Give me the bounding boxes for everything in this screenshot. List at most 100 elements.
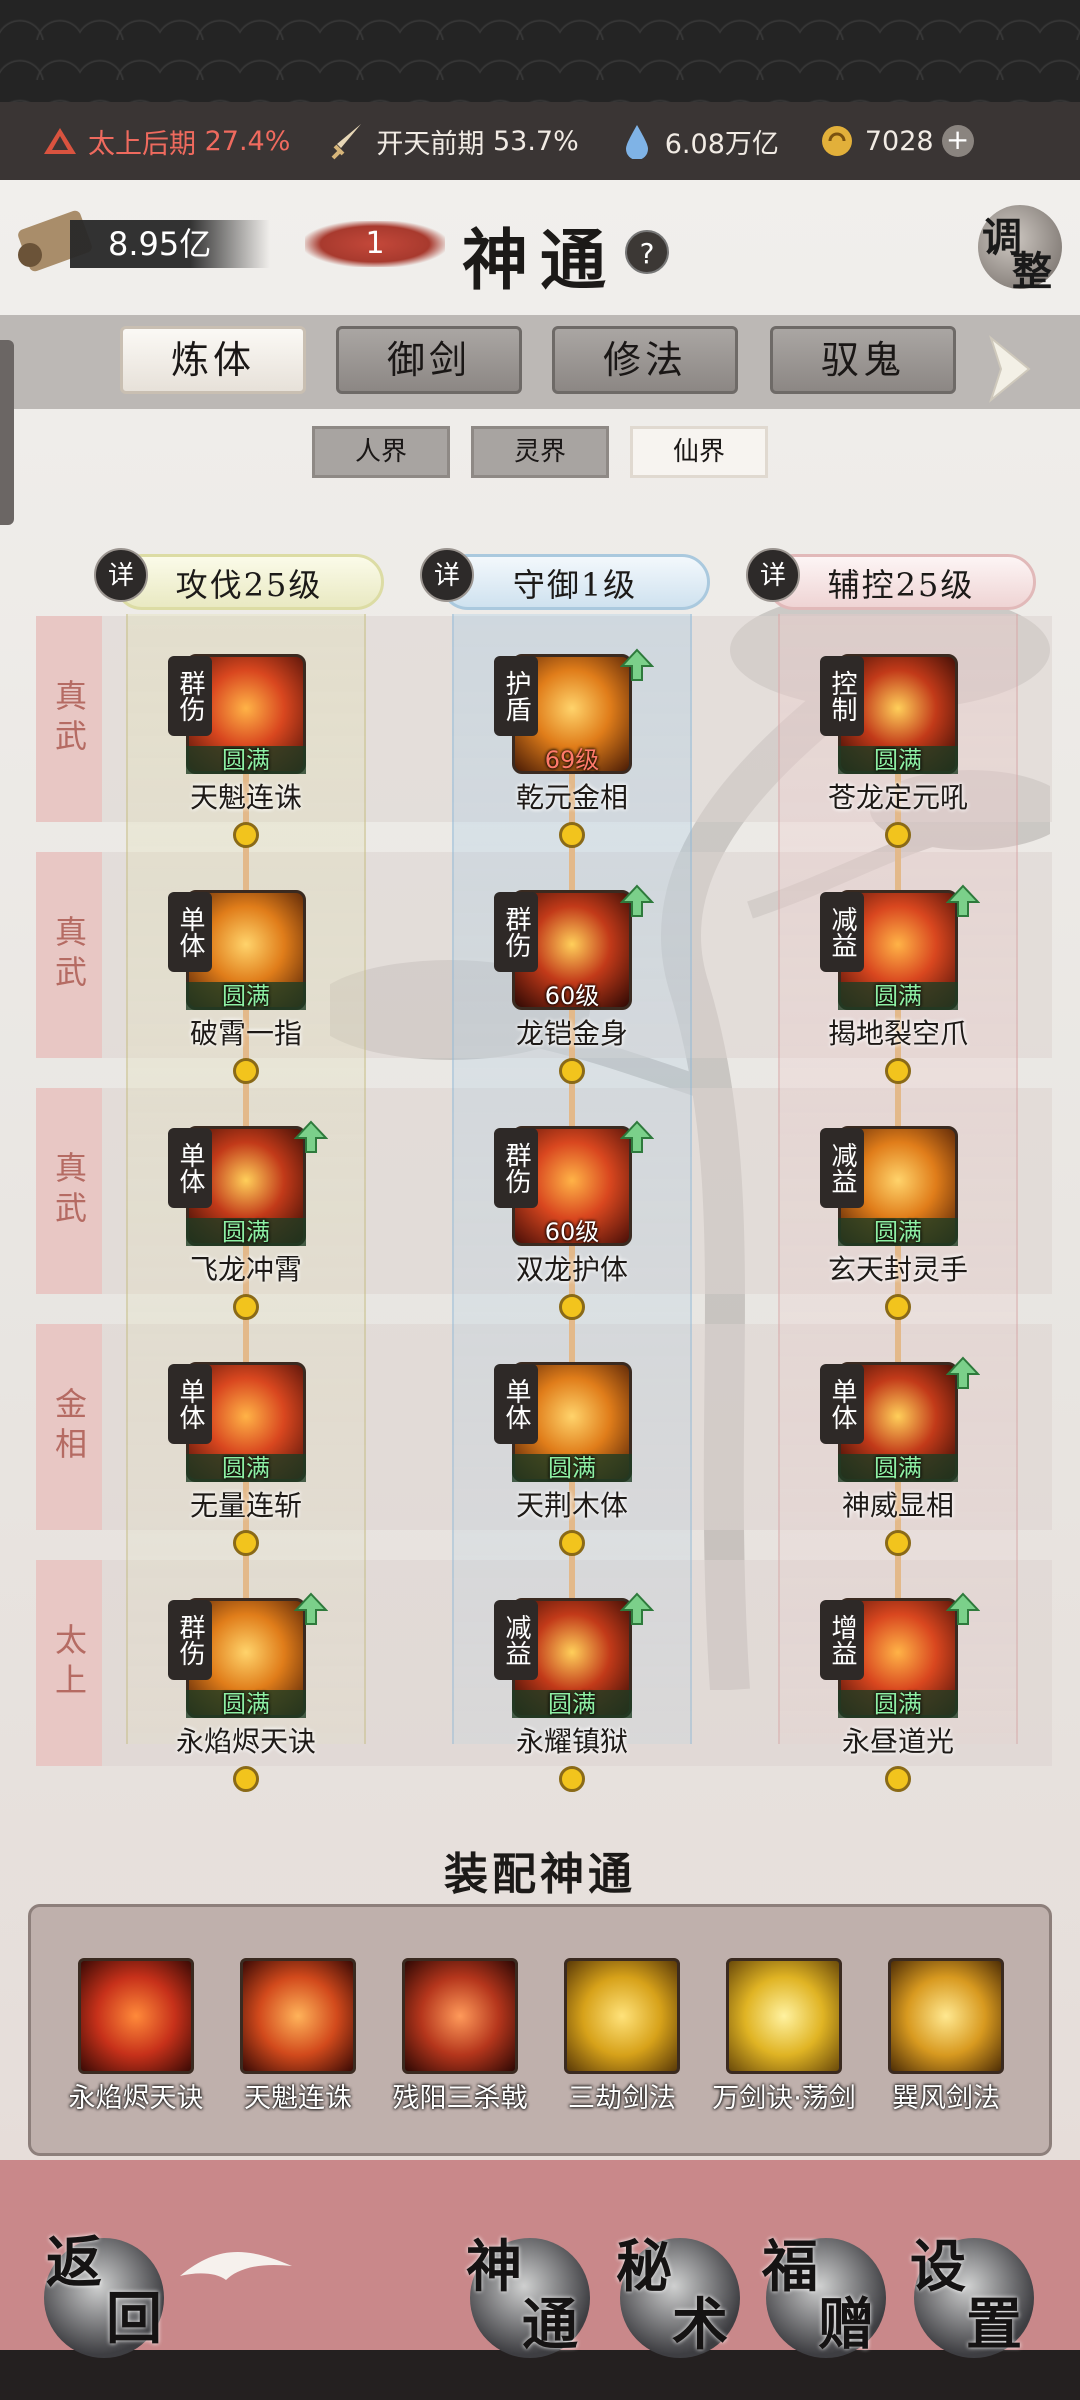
tab-lianti[interactable]: 炼体 (120, 326, 306, 394)
upgrade-arrow-icon (620, 884, 654, 917)
skill-type-tag: 减益 (820, 892, 864, 972)
skill-card[interactable]: 减益圆满揭地裂空爪 (798, 884, 998, 1070)
row-label: 真武 (36, 616, 102, 822)
resource-bar: 太上后期 27.4% 开天前期 53.7% 6.08万亿 7028 + (0, 102, 1080, 180)
nav-label-2: 术 (672, 2292, 728, 2358)
skill-card[interactable]: 减益圆满永耀镇狱 (472, 1592, 672, 1778)
skill-level: 圆满 (838, 982, 958, 1010)
column-header-attack[interactable]: 攻伐25级 详 (94, 548, 384, 616)
realm-icon (40, 121, 80, 161)
detail-button[interactable]: 详 (420, 548, 474, 602)
row-label: 真武 (36, 852, 102, 1058)
help-button[interactable]: ? (625, 230, 669, 274)
skill-card[interactable]: 单体 圆满 破霄一指 (146, 890, 346, 1070)
equipped-skill-icon (240, 1958, 356, 2074)
nav-label-2: 赠 (818, 2292, 874, 2358)
skill-name: 天荆木体 (515, 1489, 628, 1522)
realm-progress-1[interactable]: 太上后期 27.4% (40, 121, 290, 161)
equip-section-title: 装配神通 (444, 1849, 636, 1900)
realm-tab-xianjie[interactable]: 仙界 (630, 426, 768, 478)
skill-card[interactable]: 单体 圆满 天荆木体 (472, 1362, 672, 1542)
nav-label-1: 福 (762, 2234, 818, 2300)
nav-shezhi-button[interactable]: 设 置 (910, 2234, 1034, 2358)
jade-currency[interactable]: 7028 + (817, 121, 974, 161)
column-label: 守御1级 (440, 554, 710, 610)
next-tab-arrow-icon[interactable] (985, 334, 1035, 404)
upgrade-arrow-icon (294, 1592, 328, 1625)
realm-tab-renjie[interactable]: 人界 (312, 426, 450, 478)
realm-percent: 53.7% (492, 125, 579, 157)
realm-tab-lingjie[interactable]: 灵界 (471, 426, 609, 478)
add-currency-button[interactable]: + (941, 125, 974, 157)
side-drawer-handle[interactable] (0, 340, 14, 525)
skill-card[interactable]: 群伤 圆满 天魁连诛 (146, 654, 346, 834)
skill-name: 飞龙冲霄 (189, 1253, 302, 1286)
back-label-1: 返 (46, 2230, 102, 2296)
equipped-skill-slot[interactable]: 残阳三杀戟 (380, 1958, 540, 2114)
nav-mishu-button[interactable]: 秘 术 (616, 2234, 740, 2358)
realm-progress-2[interactable]: 开天前期 53.7% (328, 121, 579, 161)
count-badge: 1 (305, 221, 445, 267)
skill-card[interactable]: 减益 圆满 玄天封灵手 (798, 1126, 998, 1306)
realm-name: 太上后期 (88, 128, 196, 160)
skill-type-tag: 单体 (168, 892, 212, 972)
equipped-skill-name: 巽风剑法 (892, 2083, 1000, 2114)
skill-card[interactable]: 增益 圆满 永昼道光 (798, 1592, 998, 1778)
back-button[interactable]: 返 回 (44, 2230, 164, 2358)
skill-card[interactable]: 群伤 圆满 永焰烬天诀 (146, 1592, 346, 1778)
equipped-skill-slot[interactable]: 巽风剑法 (866, 1958, 1026, 2114)
equipped-skill-name: 万剑诀·荡剑 (712, 2083, 856, 2114)
skill-type-tag: 单体 (820, 1364, 864, 1444)
equipped-skill-slot[interactable]: 万剑诀·荡剑 (704, 1958, 864, 2114)
equipped-skill-name: 永焰烬天诀 (68, 2083, 204, 2114)
skill-type-tag: 减益 (820, 1128, 864, 1208)
skill-type-tag: 单体 (494, 1364, 538, 1444)
skill-card[interactable]: 单体 圆满 神威显相 (798, 1356, 998, 1542)
upgrade-arrow-icon (620, 1592, 654, 1625)
jade-value: 7028 (864, 125, 934, 157)
skill-type-tag: 护盾 (494, 656, 538, 736)
adjust-button[interactable]: 调 整 (978, 205, 1062, 295)
money-display: 8.95亿 (70, 220, 270, 268)
skill-level: 圆满 (186, 1218, 306, 1246)
skill-card[interactable]: 控制 圆满 苍龙定元吼 (798, 654, 998, 834)
header: 8.95亿 1 神通 ? 调 整 (0, 195, 1080, 315)
skill-card[interactable]: 单体圆满飞龙冲霄 (146, 1120, 346, 1306)
column-header-defense[interactable]: 守御1级 详 (420, 548, 710, 616)
equipped-skill-slot[interactable]: 永焰烬天诀 (56, 1958, 216, 2114)
tab-yujian[interactable]: 御剑 (336, 326, 522, 394)
upgrade-arrow-icon (946, 1356, 980, 1389)
nav-label-2: 置 (966, 2292, 1022, 2358)
skill-type-tag: 减益 (494, 1600, 538, 1680)
skill-type-tag: 群伤 (494, 892, 538, 972)
tab-yugui[interactable]: 驭鬼 (770, 326, 956, 394)
skill-name: 永耀镇狱 (515, 1725, 628, 1758)
water-drop-icon (617, 121, 657, 161)
equipped-skill-slot[interactable]: 天魁连诛 (218, 1958, 378, 2114)
column-label: 辅控25级 (766, 554, 1036, 610)
column-header-support[interactable]: 辅控25级 详 (746, 548, 1036, 616)
equipped-skill-icon (888, 1958, 1004, 2074)
detail-button[interactable]: 详 (746, 548, 800, 602)
skill-card[interactable]: 单体 圆满 无量连斩 (146, 1362, 346, 1542)
skill-name: 永焰烬天诀 (175, 1725, 316, 1758)
skill-level: 圆满 (512, 1690, 632, 1718)
upgrade-arrow-icon (620, 1120, 654, 1153)
skill-card[interactable]: 护盾 69级 乾元金相 (472, 648, 672, 834)
skill-name: 永昼道光 (841, 1725, 954, 1758)
skill-name: 揭地裂空爪 (827, 1017, 968, 1050)
skill-card[interactable]: 群伤 60级 双龙护体 (472, 1120, 672, 1306)
skill-type-tag: 单体 (168, 1128, 212, 1208)
tab-xiufa[interactable]: 修法 (552, 326, 738, 394)
skill-card[interactable]: 群伤 60级 龙铠金身 (472, 884, 672, 1070)
spirit-stones[interactable]: 6.08万亿 (617, 121, 779, 161)
realm-percent: 27.4% (204, 125, 291, 157)
equipped-skill-slot[interactable]: 三劫剑法 (542, 1958, 702, 2114)
skill-name: 苍龙定元吼 (827, 781, 968, 814)
skill-level: 圆满 (186, 982, 306, 1010)
realm-name: 开天前期 (376, 128, 485, 160)
nav-label-2: 通 (522, 2292, 578, 2358)
detail-button[interactable]: 详 (94, 548, 148, 602)
nav-fuzeng-button[interactable]: 福 赠 (762, 2234, 886, 2358)
nav-shentong-button[interactable]: 神 通 (466, 2234, 590, 2358)
